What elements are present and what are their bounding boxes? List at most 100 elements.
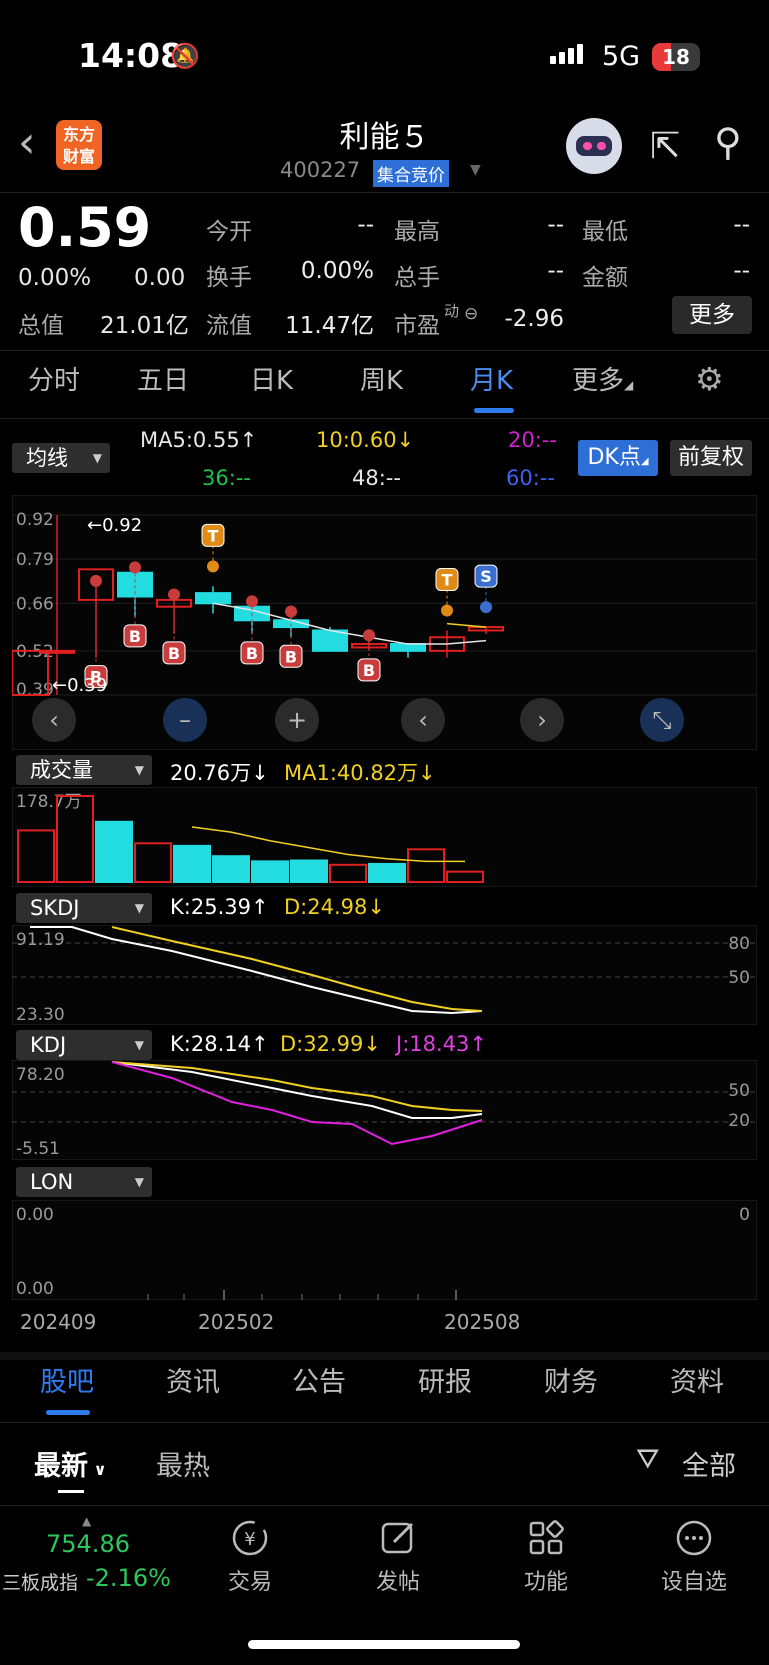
kdj-level-20-label: 20 [728,1111,750,1131]
grid-icon [529,1520,564,1555]
tab-daily-k[interactable]: 日K [250,360,293,397]
mktcap-value: 21.01亿 [100,313,189,339]
pe-info-icon[interactable]: ⊖ [464,304,478,324]
tab-weekly-k[interactable]: 周K [360,360,403,397]
tab-guba[interactable]: 股吧 [40,1360,94,1399]
function-button[interactable]: 功能 [506,1518,586,1596]
x-axis-label-end: 202508 [444,1310,521,1334]
low-label: 最低 [582,219,628,245]
lon-chart[interactable]: 0.00 0.00 0 [12,1200,757,1300]
tab-intraday[interactable]: 分时 [28,360,80,397]
sort-hot[interactable]: 最热 [156,1444,210,1483]
kdj-selector[interactable]: KDJ ▼ [16,1030,152,1060]
skdj-frame [12,925,757,1025]
index-name[interactable]: 三板成指 [2,1568,78,1595]
candle-body [312,629,348,652]
skdj-level-80-label: 80 [728,934,750,954]
tab-profile[interactable]: 资料 [670,1360,724,1399]
trade-mode-badge: 集合竞价 [373,160,449,187]
signal-dot [480,601,492,614]
kdj-j: J:18.43↑ [396,1032,487,1056]
lon-bottom-tick: 0.00 [16,1279,54,1299]
tab-news[interactable]: 资讯 [166,1360,220,1399]
signal-dot [90,574,102,587]
lon-right-tick: 0 [739,1205,750,1225]
signal-badge-label: T [442,570,453,589]
function-label: 功能 [523,1570,568,1595]
expand-icon: ⤡ [652,706,671,734]
more-quote-button[interactable]: 更多 [672,296,752,334]
filter-icon[interactable]: ⛛ [636,1442,660,1476]
tab-five-day[interactable]: 五日 [137,360,189,397]
last-price: 0.59 [18,196,152,259]
post-button[interactable]: 发帖 [358,1518,438,1596]
adjust-button[interactable]: 前复权 [670,440,752,476]
filter-all[interactable]: 全部 [682,1444,736,1483]
ma-selector[interactable]: 均线 ▼ [12,443,110,473]
zoom-out-icon: ‹ [49,706,59,734]
kline-y-tick: 0.92 [16,510,54,530]
x-axis-label-mid: 202502 [198,1310,275,1334]
skdj-bottom-tick: 23.30 [16,1005,65,1025]
kline-chart[interactable]: 0.920.790.660.520.39BBBTB BBT S←0.92←0.39‹… [12,495,757,750]
kdj-top-tick: 78.20 [16,1065,65,1085]
search-icon[interactable]: ⚲ [714,120,742,164]
skdj-chart[interactable]: 91.19 23.30 80 50 [12,925,757,1025]
volume-selector[interactable]: 成交量 ▼ [16,755,152,785]
high-marker: ←0.92 [87,515,142,536]
volume-ma1: MA1:40.82万↓ [284,761,436,785]
volume-bar [290,859,328,883]
tab-finance[interactable]: 财务 [544,1360,598,1399]
float-value: 11.47亿 [285,313,374,339]
index-value[interactable]: 754.86 [46,1530,130,1558]
ma60-legend: 60:-- [506,466,555,490]
index-change: -2.16% [86,1564,171,1592]
signal-badge-label: B [363,661,375,680]
trade-label: 交易 [227,1570,272,1595]
robot-assistant-icon[interactable] [566,118,622,174]
high-label: 最高 [394,219,440,245]
tab-announcements[interactable]: 公告 [292,1360,346,1399]
volume-chart[interactable]: 178.7万 [12,787,757,887]
signal-dot [168,588,180,601]
ma20-legend: 20:-- [508,428,557,452]
ma48-legend: 48:-- [352,466,401,490]
lon-selector-label: LON [30,1170,74,1194]
dk-point-button[interactable]: DK点◢ [578,440,658,476]
low-marker: ←0.39 [52,675,107,696]
add-watchlist-button[interactable]: 设自选 [654,1518,734,1596]
tab-monthly-k[interactable]: 月K [470,360,513,397]
skdj-selector[interactable]: SKDJ ▼ [16,893,152,923]
cellular-signal-icon [550,44,586,64]
volume-bar [251,860,289,883]
trade-button[interactable]: ¥ 交易 [210,1518,290,1596]
pe-value: -2.96 [504,306,564,332]
share-icon[interactable]: ⇱ [650,126,680,167]
candle-body [195,592,231,605]
signal-badge-label: B [168,644,180,663]
ma-selector-label: 均线 [26,446,68,470]
chevron-down-icon[interactable]: ▼ [470,162,481,178]
tab-research[interactable]: 研报 [418,1360,472,1399]
content-tabs: 股吧 资讯 公告 研报 财务 资料 [0,1360,769,1420]
signal-badge-label: T [208,526,219,545]
tab-more[interactable]: 更多◢ [572,360,633,397]
plus-icon: + [287,706,307,734]
ma5-legend: MA5:0.55↑ [140,428,258,452]
more-dots-icon [676,1520,712,1556]
pe-label: 市盈 [394,313,440,339]
volume-bar [368,862,406,884]
ma36-legend: 36:-- [202,466,251,490]
gear-icon[interactable]: ⚙ [695,360,724,398]
active-tab-underline [474,408,514,413]
home-indicator[interactable] [248,1640,520,1649]
volume-bar [173,844,211,883]
amount-label: 金额 [582,265,628,291]
skdj-selector-label: SKDJ [30,896,80,920]
turnover-label: 换手 [206,265,252,291]
sort-latest[interactable]: 最新 ∨ [34,1444,107,1483]
open-label: 今开 [206,219,252,245]
kdj-chart[interactable]: 78.20 -5.51 50 20 [12,1060,757,1160]
lon-selector[interactable]: LON ▼ [16,1167,152,1197]
add-watchlist-label: 设自选 [660,1570,727,1595]
